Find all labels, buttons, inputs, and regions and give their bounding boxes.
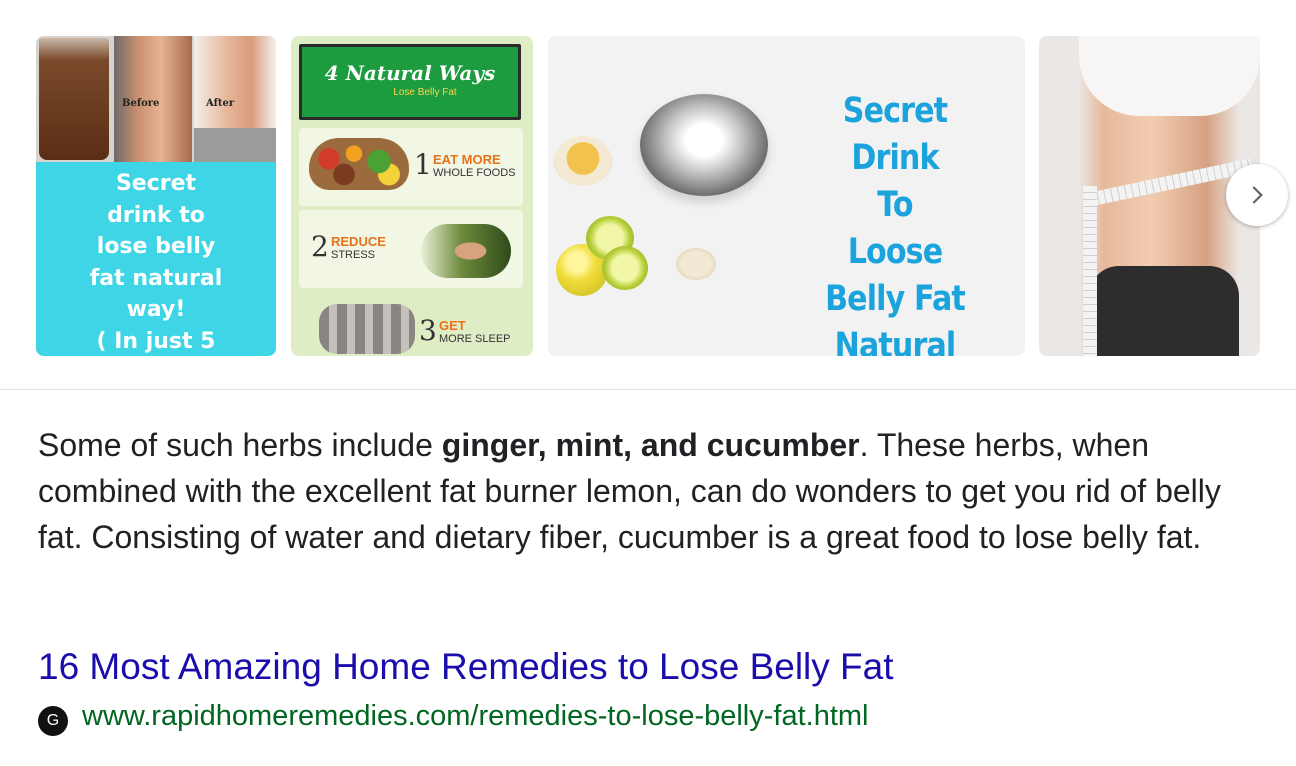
infographic-banner: 4 Natural Ways Lose Belly Fat <box>299 44 521 120</box>
way-subtitle: STRESS <box>331 249 376 261</box>
meditation-image <box>421 224 511 278</box>
way-item: 1 EAT MORE WHOLE FOODS <box>299 128 523 206</box>
result-url[interactable]: www.rapidhomeremedies.com/remedies-to-lo… <box>82 700 869 733</box>
way-title: EAT MORE <box>433 152 501 167</box>
honey-cup <box>554 136 612 186</box>
headline-line: Loose <box>847 232 943 272</box>
measuring-tape <box>1083 186 1097 356</box>
featured-snippet-card: Before After Secret drink to lose belly … <box>0 0 1296 766</box>
black-pants <box>1089 266 1239 356</box>
thumb-caption: Secret drink to lose belly fat natural w… <box>36 162 276 356</box>
caption-line: fat natural <box>89 265 223 291</box>
way-number: 3 <box>419 314 437 347</box>
way-item: 3 GET MORE SLEEP <box>299 292 523 356</box>
headline-line: Secret Drink <box>842 91 948 178</box>
pillow-image <box>319 304 415 354</box>
image-headline: Secret Drink To Loose Belly Fat Natural … <box>796 88 994 356</box>
snippet-highlight: ginger, mint, and cucumber <box>441 427 860 463</box>
after-tag: After <box>206 98 235 109</box>
caption-line: lose belly <box>96 234 216 259</box>
headline-line: To <box>877 185 913 225</box>
way-title: REDUCE <box>331 234 386 249</box>
way-number: 2 <box>311 230 329 263</box>
way-subtitle: MORE SLEEP <box>439 333 511 345</box>
vegetables-image <box>309 138 409 190</box>
shorts <box>194 128 276 162</box>
water-bowl <box>640 94 768 196</box>
white-top <box>1079 36 1260 116</box>
site-favicon-icon: G <box>38 706 68 736</box>
caption-line: ( In just 5 <box>96 328 216 354</box>
caption-line: way! <box>126 297 186 322</box>
carousel-image-natural-ways[interactable]: 4 Natural Ways Lose Belly Fat 1 EAT MORE… <box>291 36 533 356</box>
drink-glass <box>39 38 109 160</box>
carousel-image-secret-drink-bowl[interactable]: Secret Drink To Loose Belly Fat Natural … <box>548 36 1025 356</box>
caption-line: drink to <box>107 202 205 228</box>
carousel-next-button[interactable] <box>1226 164 1288 226</box>
divider <box>0 389 1296 390</box>
snippet-text-before: Some of such herbs include <box>38 427 442 463</box>
snippet-text: Some of such herbs include ginger, mint,… <box>38 422 1268 560</box>
carousel-image-secret-drink[interactable]: Before After Secret drink to lose belly … <box>36 36 276 356</box>
before-after-photo: Before After <box>36 36 276 162</box>
way-number: 1 <box>414 148 432 181</box>
banner-subtitle: Lose Belly Fat <box>393 87 457 98</box>
way-item: 2 REDUCE STRESS <box>299 210 523 288</box>
way-subtitle: WHOLE FOODS <box>433 167 516 179</box>
before-tag: Before <box>122 98 160 109</box>
way-title: GET <box>439 318 466 333</box>
headline-line: Natural Way <box>834 326 957 356</box>
lime-slice-image <box>602 246 648 290</box>
result-title-link[interactable]: 16 Most Amazing Home Remedies to Lose Be… <box>38 646 894 688</box>
garlic-image <box>676 248 716 280</box>
banner-title: 4 Natural Ways <box>324 61 496 85</box>
headline-line: Belly Fat <box>825 279 966 319</box>
image-carousel: Before After Secret drink to lose belly … <box>36 36 1260 356</box>
caption-line: Secret <box>115 171 197 196</box>
chevron-right-icon <box>1252 186 1263 204</box>
